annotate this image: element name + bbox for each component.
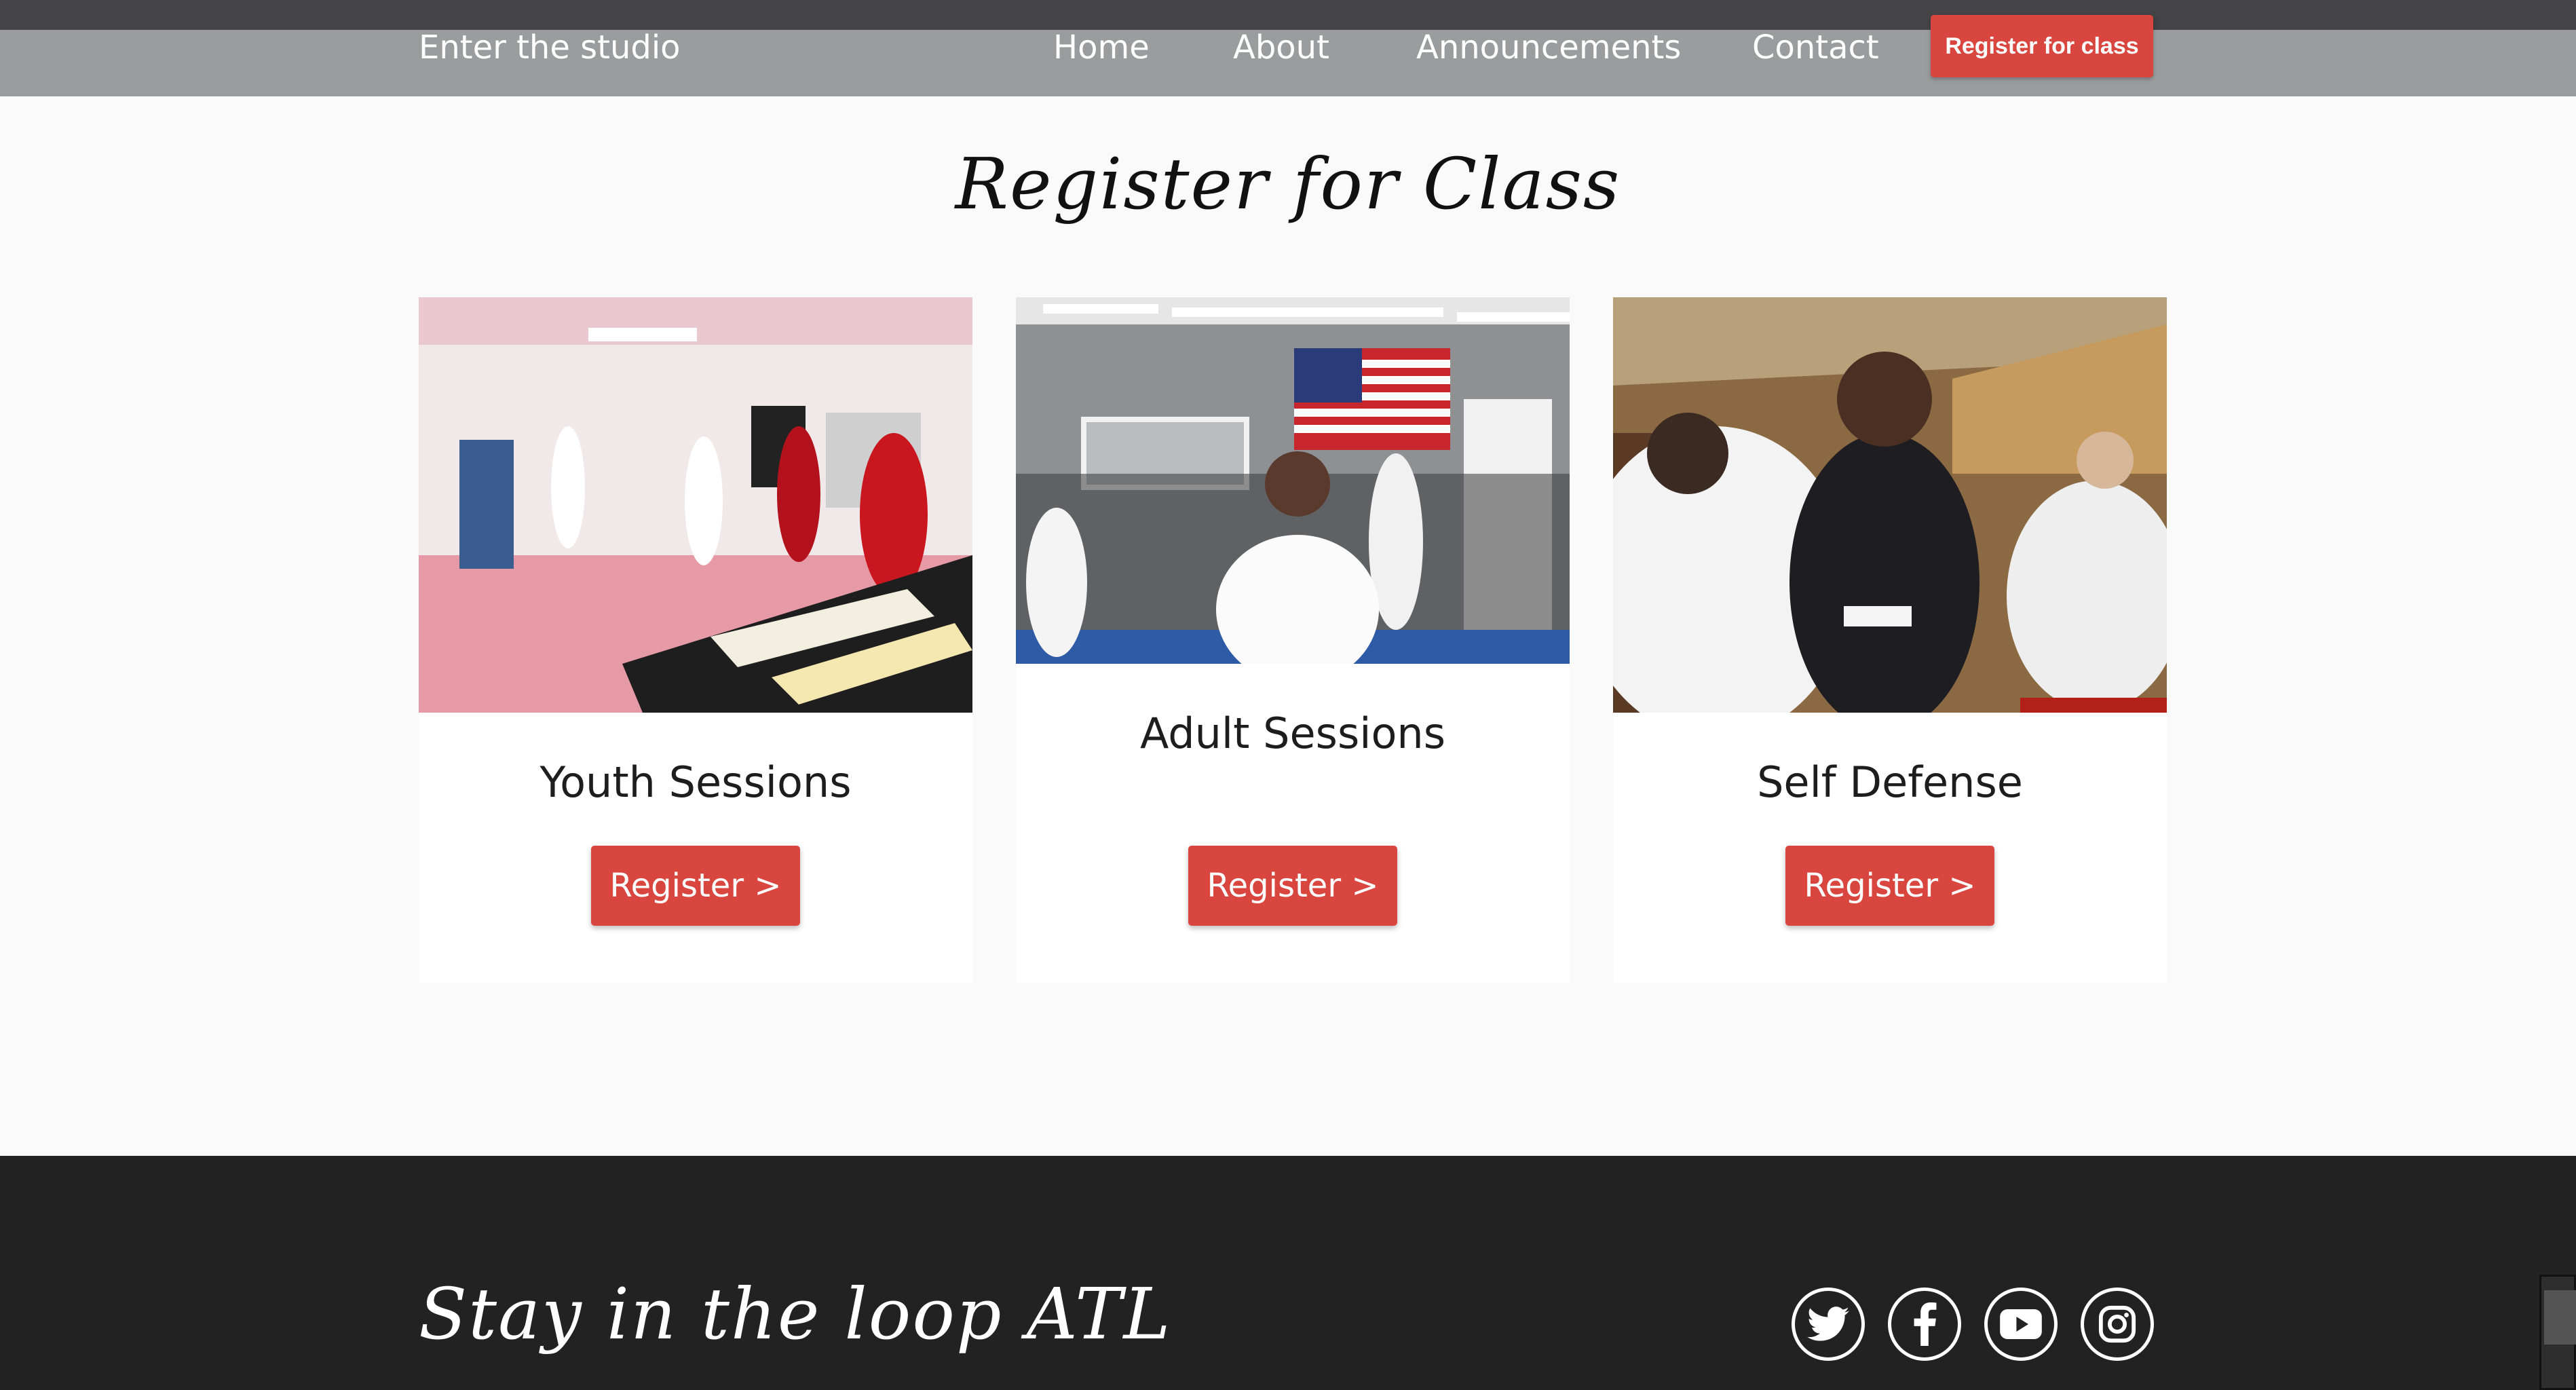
card-adult-sessions: Adult Sessions Register > [1016,297,1570,983]
instagram-icon[interactable] [2081,1288,2154,1361]
page-title: Register for Class [955,143,1621,225]
flag-graphic [1294,348,1450,450]
card-youth-sessions: Youth Sessions Register > [419,297,972,983]
card-title: Adult Sessions [1139,709,1446,758]
youtube-icon[interactable] [1984,1288,2058,1361]
card-title: Self Defense [1757,757,2023,807]
nav-home[interactable]: Home [1053,14,1150,81]
nav-contact[interactable]: Contact [1752,14,1879,81]
scroll-to-top-widget[interactable] [2539,1275,2576,1390]
card-title: Youth Sessions [539,757,852,807]
facebook-icon[interactable] [1888,1288,1961,1361]
register-youth-button[interactable]: Register > [591,846,800,926]
twitter-icon[interactable] [1792,1288,1865,1361]
scroll-thumb[interactable] [2544,1290,2576,1345]
adult-sessions-photo [1016,297,1570,664]
nav-about[interactable]: About [1233,14,1329,81]
nav-announcements[interactable]: Announcements [1416,14,1681,81]
card-self-defense: Self Defense Register > [1613,297,2167,983]
brand-link[interactable]: Enter the studio [419,14,681,81]
register-self-defense-button[interactable]: Register > [1785,846,1994,926]
youth-sessions-photo [419,297,972,713]
footer-heading: Stay in the loop ATL [419,1273,1172,1355]
register-for-class-button[interactable]: Register for class [1931,15,2153,77]
register-adult-button[interactable]: Register > [1188,846,1397,926]
footer: Stay in the loop ATL [0,1156,2576,1390]
self-defense-photo [1613,297,2167,713]
